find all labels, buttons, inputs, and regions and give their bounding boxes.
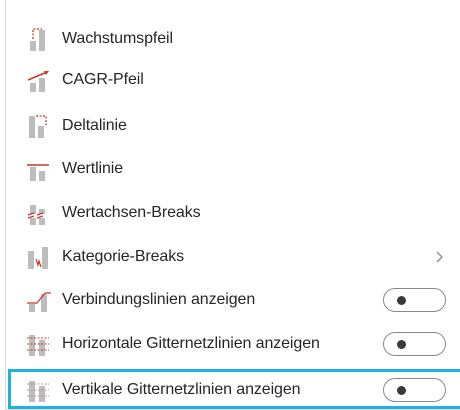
menu-item-label: Verbindungslinien anzeigen [62,290,256,308]
menu-item-label: Horizontale Gitternetzlinien anzeigen [62,334,320,352]
growth-arrow-icon [25,27,53,51]
menu-item-deltalinie[interactable]: Deltalinie [6,104,460,147]
horizontal-gridlines-toggle[interactable] [383,331,446,356]
menu-item-wachstumspfeil[interactable]: Wachstumspfeil [6,17,460,60]
delta-line-icon [25,114,53,138]
menu-item-vertikale-gitternetzlinien[interactable]: Vertikale Gitternetzlinien anzeigen [6,368,460,410]
menu-item-label: Wachstumspfeil [62,29,173,47]
value-axis-break-icon [25,201,53,225]
toggle-knob [397,295,406,305]
menu-item-label: Kategorie-Breaks [62,247,185,265]
menu-item-label: Vertikale Gitternetzlinien anzeigen [62,380,301,398]
menu-item-horizontale-gitternetzlinien[interactable]: Horizontale Gitternetzlinien anzeigen [6,322,460,365]
category-break-icon [25,245,53,269]
vertical-gridlines-icon [25,378,53,402]
horizontal-gridlines-icon [25,332,53,356]
connector-lines-icon [25,288,53,312]
menu-item-label: Wertachsen-Breaks [62,203,201,221]
menu-item-wertlinie[interactable]: Wertlinie [6,147,460,190]
menu-item-wertachsen-breaks[interactable]: Wertachsen-Breaks [6,191,460,234]
menu-item-label: Deltalinie [62,116,127,134]
cagr-arrow-icon [25,68,53,92]
chevron-right-icon [434,250,444,264]
context-menu: Wachstumspfeil CAGR-Pfeil Deltalinie Wer… [5,0,460,410]
menu-item-verbindungslinien[interactable]: Verbindungslinien anzeigen [6,278,460,321]
vertical-gridlines-toggle[interactable] [383,377,446,402]
value-line-icon [25,157,53,181]
toggle-knob [397,339,406,349]
connector-lines-toggle[interactable] [383,287,446,312]
menu-item-kategorie-breaks[interactable]: Kategorie-Breaks [6,235,460,278]
menu-item-cagr-pfeil[interactable]: CAGR-Pfeil [6,58,460,101]
menu-item-label: Wertlinie [62,159,124,177]
menu-item-label: CAGR-Pfeil [62,70,144,88]
toggle-knob [397,385,406,395]
